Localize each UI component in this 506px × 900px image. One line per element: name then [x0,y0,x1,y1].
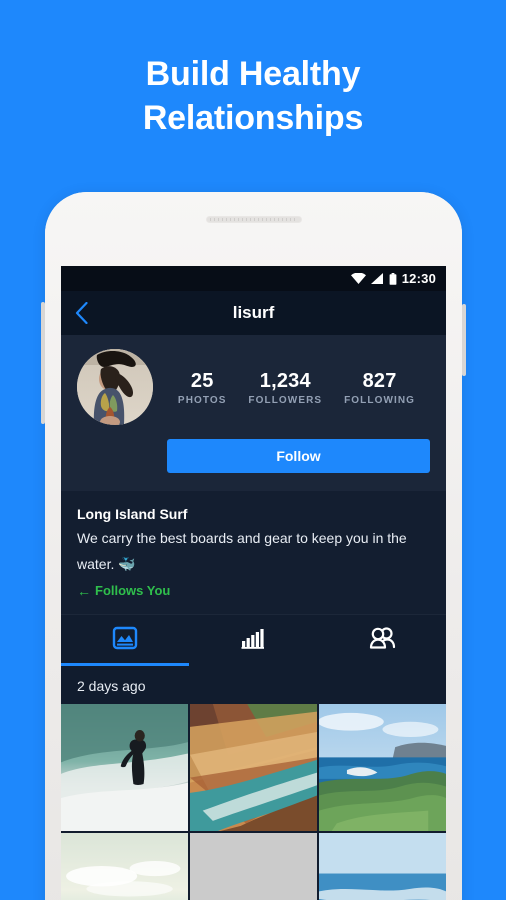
follows-you-badge: ← Follows You [77,583,430,598]
photo-gallery-icon [112,626,138,655]
photo-surfer-in-wave[interactable] [61,704,188,831]
stat-photos-label: PHOTOS [177,394,227,406]
status-bar-time: 12:30 [401,271,436,286]
page-title: Build Healthy Relationships [0,52,506,140]
photo-grey-shoreline[interactable] [190,833,317,900]
stat-following-label: FOLLOWING [344,394,416,406]
back-chevron-icon[interactable] [61,291,101,335]
profile-bio: Long Island Surf We carry the best board… [61,491,446,614]
photo-grid [61,704,446,900]
arrow-left-icon: ← [77,582,91,599]
stat-followers-label: FOLLOWERS [248,394,323,406]
stat-photos-value: 25 [190,369,214,392]
stat-followers-value: 1,234 [259,369,311,392]
app-bar: lisurf [61,291,446,335]
headline-line-2: Relationships [142,99,364,137]
feed-timestamp: 2 days ago [77,678,146,694]
status-bar: 12:30 [61,266,446,291]
follow-button[interactable]: Follow [167,439,430,473]
power-button[interactable] [462,304,466,376]
tab-photos[interactable] [61,615,190,666]
bar-chart-icon [241,627,265,654]
avatar[interactable] [77,349,153,425]
bio-display-name: Long Island Surf [77,506,188,522]
app-bar-title: lisurf [232,303,275,322]
volume-button[interactable] [41,302,45,424]
speaker-grille-dots [209,218,298,221]
stat-following-value: 827 [362,369,397,392]
photo-blue-surf-lineup[interactable] [319,833,446,900]
photo-coastal-cliffs[interactable] [190,704,317,831]
follows-you-label: Follows You [95,583,171,598]
photo-pale-beach[interactable] [61,833,188,900]
battery-icon [389,272,397,285]
photo-ocean-coastline[interactable] [319,704,446,831]
profile-header: 25 PHOTOS 1,234 FOLLOWERS 827 FOLLOWING … [61,335,446,491]
bio-description: We carry the best boards and gear to kee… [77,525,430,577]
stat-followers[interactable]: 1,234 FOLLOWERS [248,369,322,406]
wifi-icon [350,273,366,284]
stat-following[interactable]: 827 FOLLOWING [344,369,415,406]
whale-emoji-icon: 🐳 [118,556,136,572]
headline-line-1: Build Healthy [145,55,361,93]
people-icon [368,627,396,654]
profile-stats: 25 PHOTOS 1,234 FOLLOWERS 827 FOLLOWING [153,369,430,406]
tab-people[interactable] [318,615,446,666]
phone-mockup: 12:30 lisurf 25 PHOTOS 1,234 FOLLOWERS 8… [41,192,466,900]
photo-feed: 2 days ago [61,666,446,900]
tab-stats[interactable] [189,615,317,666]
profile-tab-bar [61,614,446,666]
phone-screen: 12:30 lisurf 25 PHOTOS 1,234 FOLLOWERS 8… [61,266,446,900]
signal-icon [370,273,384,284]
stat-photos[interactable]: 25 PHOTOS [178,369,227,406]
